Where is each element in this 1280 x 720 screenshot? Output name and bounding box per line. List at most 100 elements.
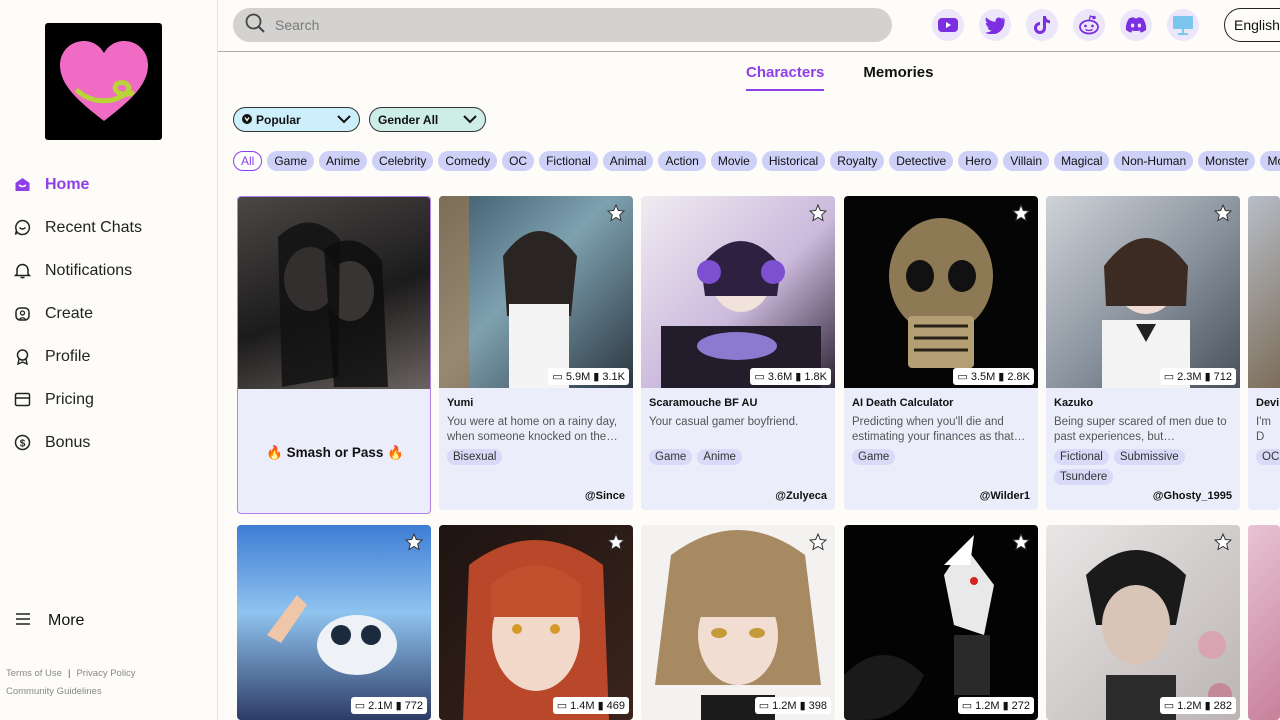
gender-dropdown[interactable]: Gender All — [369, 107, 486, 132]
fire-icon: 🔥 — [266, 445, 283, 460]
like-count: 282 — [1213, 699, 1232, 712]
chat-count: 2.1M — [368, 699, 393, 712]
like-count-icon: ▮ — [1002, 700, 1009, 712]
category-chip-detective[interactable]: Detective — [889, 151, 954, 171]
search-bar[interactable] — [233, 8, 892, 42]
footer-separator: | — [67, 668, 71, 679]
category-chip-oc[interactable]: OC — [502, 151, 535, 171]
character-author[interactable]: @Ghosty_1995 — [1153, 490, 1232, 502]
character-tags: Fictional Submissive Tsundere — [1054, 449, 1234, 485]
more-menu-button[interactable]: More — [16, 612, 84, 630]
favorite-star-icon[interactable] — [808, 532, 828, 556]
character-author[interactable]: @Wilder1 — [980, 490, 1030, 502]
sidebar-item-home[interactable]: Home — [14, 163, 142, 206]
favorite-star-icon[interactable] — [1011, 532, 1031, 556]
character-card[interactable]: ▭ 1.2M ▮ 282 — [1046, 525, 1240, 720]
favorite-star-icon[interactable] — [404, 532, 424, 556]
tag[interactable]: Tsundere — [1054, 469, 1114, 485]
category-chip-action[interactable]: Action — [658, 151, 706, 171]
tag[interactable]: Anime — [697, 449, 742, 465]
character-card[interactable]: ▭ 2.3M ▮ 712 Kazuko Being super scared of m… — [1046, 196, 1240, 510]
favorite-star-icon[interactable] — [1213, 532, 1233, 556]
tab-memories[interactable]: Memories — [863, 64, 933, 91]
character-card[interactable]: ▭ 5.9M ▮ 3.1K Yumi You were at home on a ra… — [439, 196, 633, 510]
category-chip-hero[interactable]: Hero — [958, 151, 999, 171]
category-chip-anime[interactable]: Anime — [319, 151, 368, 171]
category-chip-magical[interactable]: Magical — [1054, 151, 1110, 171]
favorite-star-icon[interactable] — [606, 203, 626, 227]
character-tags: Game Anime — [649, 449, 829, 465]
category-chip-movie[interactable]: Movie — [710, 151, 757, 171]
category-chips: All Game Anime Celebrity Comedy OC Ficti… — [233, 151, 1280, 171]
language-selector[interactable]: English — [1224, 8, 1280, 42]
youtube-icon[interactable] — [932, 9, 964, 41]
category-chip-all[interactable]: All — [233, 151, 263, 171]
privacy-link[interactable]: Privacy Policy — [76, 668, 135, 679]
category-chip-celebrity[interactable]: Celebrity — [372, 151, 434, 171]
favorite-star-icon[interactable] — [1213, 203, 1233, 227]
desktop-icon[interactable] — [1167, 9, 1199, 41]
like-count-icon: ▮ — [998, 371, 1005, 383]
character-image — [1248, 196, 1280, 388]
reddit-icon[interactable] — [1073, 9, 1105, 41]
sidebar-item-pricing[interactable]: Pricing — [14, 378, 142, 421]
card-stats: ▭ 1.2M ▮ 398 — [754, 697, 831, 714]
character-card[interactable]: ▭ 1.2M ▮ 398 — [641, 525, 835, 720]
profile-icon — [14, 348, 31, 365]
character-card[interactable]: ▭ 3.5M ▮ 2.8K AI Death Calculator Predictin… — [844, 196, 1038, 510]
featured-card-smash-or-pass[interactable]: 🔥 Smash or Pass 🔥 — [237, 196, 431, 514]
category-chip-non-human[interactable]: Non-Human — [1114, 151, 1194, 171]
tiktok-icon[interactable] — [1026, 9, 1058, 41]
character-card[interactable]: ▭ 3.6M ▮ 1.8K Scaramouche BF AU Your casual… — [641, 196, 835, 510]
twitter-icon[interactable] — [979, 9, 1011, 41]
chat-count-icon: ▭ — [552, 371, 563, 383]
category-chip-monster[interactable]: Monster — [1198, 151, 1256, 171]
character-card[interactable]: ▭ 1.4M ▮ 469 — [439, 525, 633, 720]
character-author[interactable]: @Since — [585, 490, 625, 502]
category-chip-royalty[interactable]: Royalty — [830, 151, 885, 171]
category-chip-historical[interactable]: Historical — [761, 151, 826, 171]
character-card[interactable]: Devi I'm D stack OC — [1248, 196, 1280, 510]
tag[interactable]: Submissive — [1113, 449, 1185, 465]
sidebar-item-notifications[interactable]: Notifications — [14, 249, 142, 292]
favorite-star-icon[interactable] — [606, 532, 626, 556]
sidebar-item-recent-chats[interactable]: Recent Chats — [14, 206, 142, 249]
character-image — [1046, 525, 1240, 720]
category-chip-game[interactable]: Game — [267, 151, 315, 171]
character-card[interactable]: ▭ 1.2M ▮ 272 — [844, 525, 1038, 720]
chevron-down-icon — [337, 113, 351, 127]
category-chip-fictional[interactable]: Fictional — [539, 151, 598, 171]
favorite-star-icon[interactable] — [1011, 203, 1031, 227]
category-chip-villain[interactable]: Villain — [1003, 151, 1050, 171]
character-description: I'm D stack — [1256, 416, 1271, 443]
tag[interactable]: OC — [1256, 449, 1280, 465]
category-chip-comedy[interactable]: Comedy — [438, 151, 498, 171]
tab-characters[interactable]: Characters — [746, 64, 825, 91]
character-author[interactable]: @Zulyeca — [775, 490, 827, 502]
sidebar-item-label: Home — [45, 175, 90, 193]
category-chip-animal[interactable]: Animal — [602, 151, 654, 171]
tag[interactable]: Game — [649, 449, 693, 465]
character-card[interactable] — [1248, 525, 1280, 720]
sidebar-item-create[interactable]: Create — [14, 292, 142, 335]
app-logo[interactable] — [45, 23, 162, 140]
favorite-star-icon[interactable] — [808, 203, 828, 227]
sidebar-item-bonus[interactable]: $ Bonus — [14, 421, 142, 464]
like-count: 1.8K — [804, 370, 827, 383]
heart-logo-icon — [59, 40, 148, 121]
search-input[interactable] — [275, 17, 835, 33]
chat-count-icon: ▭ — [1163, 700, 1175, 712]
sidebar-item-profile[interactable]: Profile — [14, 335, 142, 378]
bell-icon — [14, 262, 31, 279]
discord-icon[interactable] — [1120, 9, 1152, 41]
like-count-icon: ▮ — [597, 700, 604, 712]
character-card[interactable]: ▭ 2.1M ▮ 772 — [237, 525, 431, 720]
sort-dropdown[interactable]: Popular — [233, 107, 360, 132]
terms-link[interactable]: Terms of Use — [6, 668, 62, 679]
tag[interactable]: Bisexual — [447, 449, 503, 465]
home-icon — [14, 176, 31, 193]
category-chip-more[interactable]: More — [1260, 151, 1280, 171]
tag[interactable]: Game — [852, 449, 896, 465]
guidelines-link[interactable]: Community Guidelines — [6, 686, 102, 697]
tag[interactable]: Fictional — [1054, 449, 1109, 465]
